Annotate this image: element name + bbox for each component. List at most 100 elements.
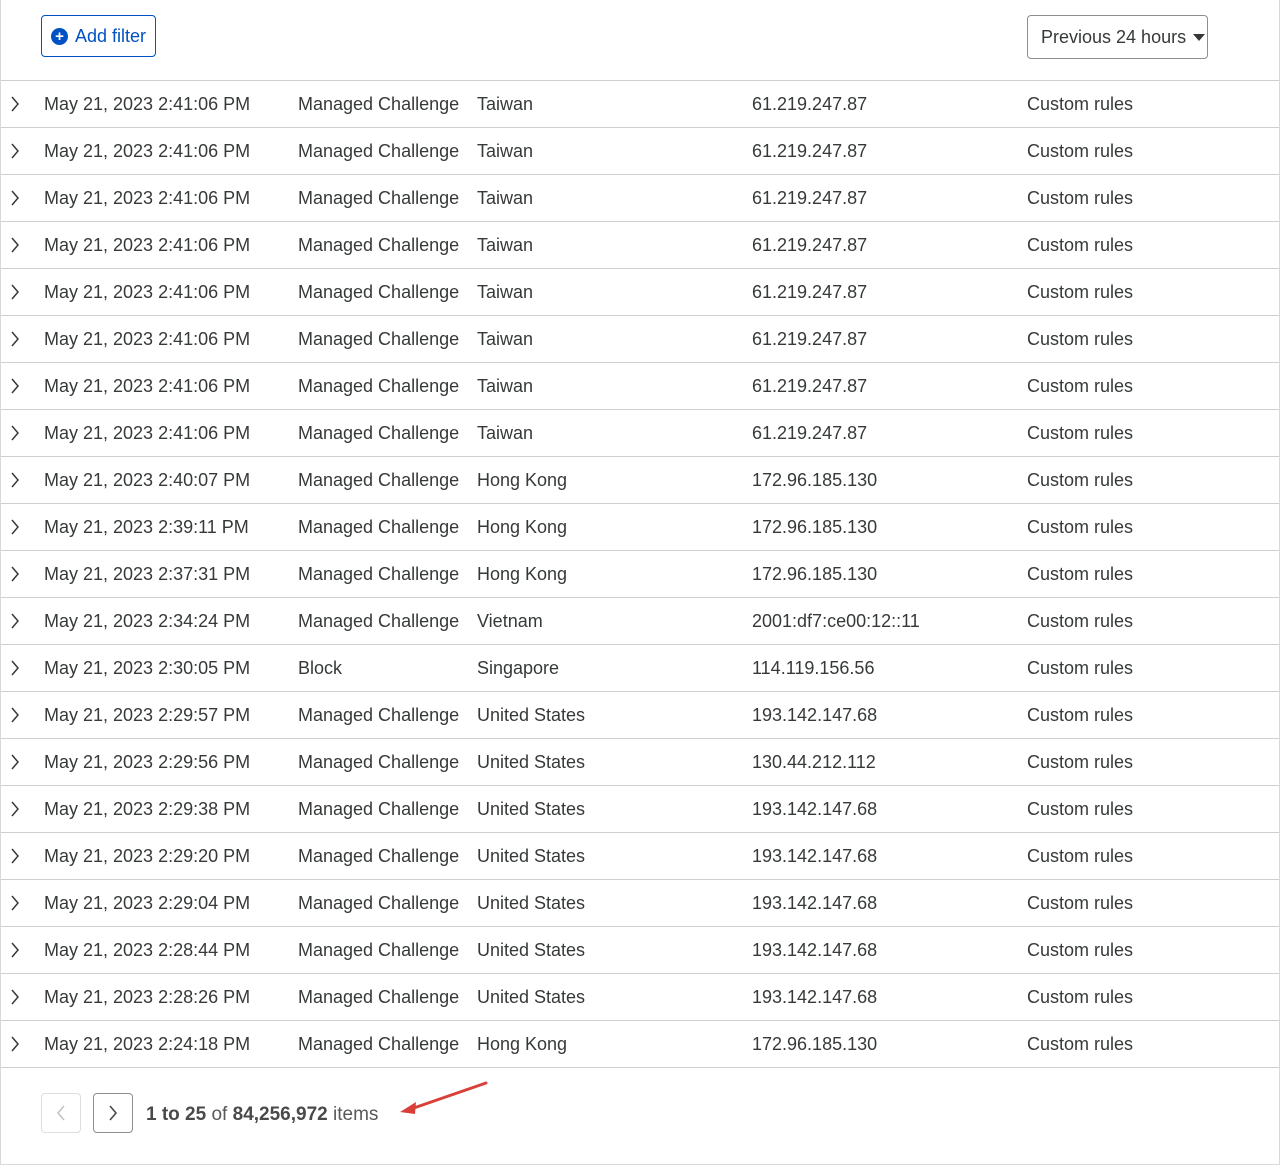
time-range-dropdown[interactable]: Previous 24 hours <box>1027 15 1208 59</box>
pagination-unit: items <box>333 1104 379 1125</box>
event-date: May 21, 2023 2:29:56 PM <box>44 752 251 772</box>
event-row[interactable]: May 21, 2023 2:41:06 PM Managed Challenge… <box>1 269 1279 316</box>
chevron-right-icon[interactable] <box>9 363 25 409</box>
event-country: United States <box>477 893 586 913</box>
event-service: Custom rules <box>1027 940 1134 960</box>
pagination: 1 to 25 of 84,256,972 items <box>1 1072 1279 1164</box>
chevron-right-icon[interactable] <box>9 81 25 127</box>
chevron-right-icon[interactable] <box>9 175 25 221</box>
event-country: Taiwan <box>477 376 534 396</box>
event-date: May 21, 2023 2:41:06 PM <box>44 188 251 208</box>
event-row[interactable]: May 21, 2023 2:39:11 PM Managed Challenge… <box>1 504 1279 551</box>
chevron-right-icon[interactable] <box>9 645 25 691</box>
event-row[interactable]: May 21, 2023 2:41:06 PM Managed Challenge… <box>1 363 1279 410</box>
event-row[interactable]: May 21, 2023 2:37:31 PM Managed Challenge… <box>1 551 1279 598</box>
event-ip: 61.219.247.87 <box>752 188 868 208</box>
event-date: May 21, 2023 2:29:57 PM <box>44 705 251 725</box>
event-service: Custom rules <box>1027 611 1134 631</box>
event-row[interactable]: May 21, 2023 2:41:06 PM Managed Challenge… <box>1 222 1279 269</box>
firewall-events-panel: + Add filter Previous 24 hours May 21, 2… <box>0 0 1280 1165</box>
chevron-right-icon[interactable] <box>9 410 25 456</box>
event-country: Taiwan <box>477 235 534 255</box>
pagination-total: 84,256,972 <box>232 1104 328 1125</box>
chevron-right-icon[interactable] <box>9 316 25 362</box>
event-row[interactable]: May 21, 2023 2:28:44 PM Managed Challenge… <box>1 927 1279 974</box>
event-row[interactable]: May 21, 2023 2:34:24 PM Managed Challenge… <box>1 598 1279 645</box>
event-ip: 61.219.247.87 <box>752 329 868 349</box>
chevron-right-icon[interactable] <box>9 786 25 832</box>
event-country: United States <box>477 705 586 725</box>
chevron-right-icon[interactable] <box>9 598 25 644</box>
event-row[interactable]: May 21, 2023 2:41:06 PM Managed Challenge… <box>1 81 1279 128</box>
event-action: Managed Challenge <box>298 987 460 1007</box>
add-filter-button[interactable]: + Add filter <box>41 15 156 57</box>
chevron-right-icon[interactable] <box>9 927 25 973</box>
event-date: May 21, 2023 2:41:06 PM <box>44 141 251 161</box>
event-service: Custom rules <box>1027 141 1134 161</box>
event-date: May 21, 2023 2:28:26 PM <box>44 987 251 1007</box>
event-row[interactable]: May 21, 2023 2:24:18 PM Managed Challenge… <box>1 1021 1279 1068</box>
chevron-right-icon[interactable] <box>9 269 25 315</box>
event-country: Hong Kong <box>477 517 568 537</box>
event-service: Custom rules <box>1027 1034 1134 1054</box>
chevron-right-icon[interactable] <box>9 880 25 926</box>
event-service: Custom rules <box>1027 846 1134 866</box>
event-row[interactable]: May 21, 2023 2:41:06 PM Managed Challenge… <box>1 410 1279 457</box>
chevron-right-icon[interactable] <box>9 692 25 738</box>
event-row[interactable]: May 21, 2023 2:28:26 PM Managed Challenge… <box>1 974 1279 1021</box>
chevron-right-icon[interactable] <box>9 222 25 268</box>
chevron-right-icon[interactable] <box>9 551 25 597</box>
event-date: May 21, 2023 2:37:31 PM <box>44 564 251 584</box>
event-ip: 172.96.185.130 <box>752 1034 878 1054</box>
next-page-button[interactable] <box>93 1093 133 1133</box>
event-row[interactable]: May 21, 2023 2:29:04 PM Managed Challenge… <box>1 880 1279 927</box>
event-country: United States <box>477 752 586 772</box>
event-row[interactable]: May 21, 2023 2:29:20 PM Managed Challenge… <box>1 833 1279 880</box>
event-service: Custom rules <box>1027 658 1134 678</box>
event-row[interactable]: May 21, 2023 2:41:06 PM Managed Challenge… <box>1 316 1279 363</box>
event-ip: 193.142.147.68 <box>752 799 878 819</box>
event-ip: 61.219.247.87 <box>752 235 868 255</box>
event-row[interactable]: May 21, 2023 2:40:07 PM Managed Challenge… <box>1 457 1279 504</box>
event-row[interactable]: May 21, 2023 2:29:56 PM Managed Challenge… <box>1 739 1279 786</box>
event-date: May 21, 2023 2:41:06 PM <box>44 329 251 349</box>
event-ip: 193.142.147.68 <box>752 705 878 725</box>
chevron-right-icon[interactable] <box>9 457 25 503</box>
event-row[interactable]: May 21, 2023 2:29:38 PM Managed Challenge… <box>1 786 1279 833</box>
event-action: Managed Challenge <box>298 564 460 584</box>
previous-page-button[interactable] <box>41 1093 81 1133</box>
event-row[interactable]: May 21, 2023 2:41:06 PM Managed Challenge… <box>1 128 1279 175</box>
event-service: Custom rules <box>1027 235 1134 255</box>
event-row[interactable]: May 21, 2023 2:41:06 PM Managed Challenge… <box>1 175 1279 222</box>
event-country: Taiwan <box>477 282 534 302</box>
toolbar: + Add filter Previous 24 hours <box>1 0 1279 81</box>
event-action: Managed Challenge <box>298 1034 460 1054</box>
event-action: Managed Challenge <box>298 141 460 161</box>
chevron-right-icon[interactable] <box>9 128 25 174</box>
event-country: Taiwan <box>477 94 534 114</box>
event-service: Custom rules <box>1027 329 1134 349</box>
event-service: Custom rules <box>1027 705 1134 725</box>
event-country: Vietnam <box>477 611 543 631</box>
event-ip: 193.142.147.68 <box>752 846 878 866</box>
pagination-range: 1 to 25 <box>146 1104 207 1125</box>
event-action: Managed Challenge <box>298 423 460 443</box>
event-country: United States <box>477 846 586 866</box>
event-date: May 21, 2023 2:30:05 PM <box>44 658 251 678</box>
chevron-right-icon[interactable] <box>9 739 25 785</box>
event-country: Taiwan <box>477 329 534 349</box>
chevron-right-icon[interactable] <box>9 504 25 550</box>
event-date: May 21, 2023 2:29:04 PM <box>44 893 251 913</box>
annotation-arrow-icon <box>400 1081 488 1114</box>
chevron-right-icon[interactable] <box>9 974 25 1020</box>
event-row[interactable]: May 21, 2023 2:29:57 PM Managed Challenge… <box>1 692 1279 739</box>
events-list: May 21, 2023 2:41:06 PM Managed Challenge… <box>1 81 1279 1068</box>
event-date: May 21, 2023 2:39:11 PM <box>44 517 249 537</box>
event-service: Custom rules <box>1027 94 1134 114</box>
event-date: May 21, 2023 2:29:20 PM <box>44 846 251 866</box>
event-service: Custom rules <box>1027 282 1134 302</box>
event-row[interactable]: May 21, 2023 2:30:05 PM Block Singapore 114… <box>1 645 1279 692</box>
event-date: May 21, 2023 2:41:06 PM <box>44 94 251 114</box>
chevron-right-icon[interactable] <box>9 833 25 879</box>
chevron-right-icon[interactable] <box>9 1021 25 1067</box>
